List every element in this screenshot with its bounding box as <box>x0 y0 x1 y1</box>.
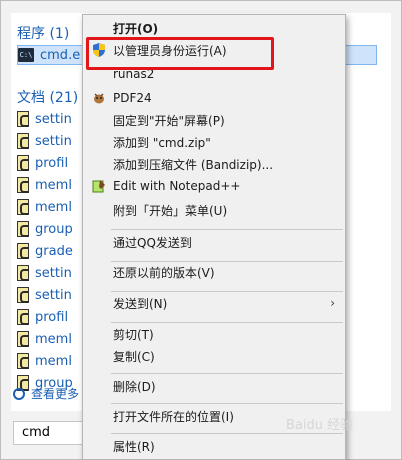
menu-item-label: PDF24 <box>113 91 152 105</box>
menu-item-add-to-archive-bandizip[interactable]: 添加到压缩文件 (Bandizip)... <box>83 153 345 175</box>
document-label: settin <box>35 111 72 127</box>
submenu-chevron-right-icon: › <box>330 296 335 310</box>
menu-item-open[interactable]: 打开(O) <box>83 17 345 39</box>
menu-separator <box>111 373 343 374</box>
notepadpp-icon <box>91 178 107 194</box>
menu-item-label: 添加到 "cmd.zip" <box>113 135 211 150</box>
menu-item-copy[interactable]: 复制(C) <box>83 345 345 367</box>
document-label: profil <box>35 155 69 171</box>
document-icon <box>17 265 29 281</box>
document-icon <box>17 133 29 149</box>
document-label: settin <box>35 287 72 303</box>
menu-separator <box>111 229 343 230</box>
menu-item-pin-to-start-menu[interactable]: 附到「开始」菜单(U) <box>83 199 345 221</box>
menu-item-restore-previous-versions[interactable]: 还原以前的版本(V) <box>83 261 345 283</box>
menu-item-edit-with-notepadpp[interactable]: Edit with Notepad++ <box>83 175 345 197</box>
document-label: settin <box>35 265 72 281</box>
document-icon <box>17 199 29 215</box>
document-label: settin <box>35 133 72 149</box>
menu-item-label: 复制(C) <box>113 349 155 364</box>
document-icon <box>17 331 29 347</box>
menu-item-label: 固定到"开始"屏幕(P) <box>113 113 225 128</box>
menu-item-properties[interactable]: 属性(R) <box>83 435 345 457</box>
document-icon <box>17 221 29 237</box>
document-label: profil <box>35 309 69 325</box>
menu-item-label: 添加到压缩文件 (Bandizip)... <box>113 157 274 172</box>
menu-item-pdf24[interactable]: PDF24 <box>83 87 345 109</box>
run-as-admin-highlight-box <box>86 37 274 70</box>
document-icon <box>17 287 29 303</box>
menu-item-label: 删除(D) <box>113 379 156 394</box>
program-result-label: cmd.e <box>40 47 81 63</box>
menu-item-add-to-zip[interactable]: 添加到 "cmd.zip" <box>83 131 345 153</box>
menu-item-label: 打开文件所在的位置(I) <box>113 409 234 424</box>
document-label: meml <box>35 331 72 347</box>
menu-item-send-to[interactable]: 发送到(N) › <box>83 292 345 314</box>
context-menu: 打开(O) 以管理员身份运行(A) runas2 PDF24 固定到"开始"屏幕… <box>82 14 346 460</box>
menu-separator <box>111 403 343 404</box>
document-label: group <box>35 221 73 237</box>
menu-item-label: Edit with Notepad++ <box>113 179 241 193</box>
document-icon <box>17 353 29 369</box>
documents-group-title[interactable]: 文档 (21) <box>17 87 78 107</box>
menu-item-label: 打开(O) <box>113 21 159 36</box>
document-icon <box>17 177 29 193</box>
menu-separator <box>111 433 343 434</box>
cmd-app-icon: C:\ <box>18 48 34 62</box>
menu-item-label: 附到「开始」菜单(U) <box>113 203 228 218</box>
see-more-label: 查看更多 <box>31 387 80 401</box>
menu-item-send-via-qq[interactable]: 通过QQ发送到 <box>83 231 345 253</box>
menu-item-label: 还原以前的版本(V) <box>113 265 215 280</box>
watermark: Baidu 经验 <box>286 418 354 433</box>
document-icon <box>17 309 29 325</box>
menu-item-label: 通过QQ发送到 <box>113 235 192 250</box>
menu-item-pin-to-start-screen[interactable]: 固定到"开始"屏幕(P) <box>83 109 345 131</box>
menu-item-label: 属性(R) <box>113 439 155 454</box>
document-label: meml <box>35 353 72 369</box>
menu-item-delete[interactable]: 删除(D) <box>83 375 345 397</box>
document-icon <box>17 155 29 171</box>
search-input[interactable]: cmd <box>13 421 89 445</box>
document-icon <box>17 243 29 259</box>
menu-item-cut[interactable]: 剪切(T) <box>83 323 345 345</box>
menu-item-label: 剪切(T) <box>113 327 154 342</box>
document-label: grade <box>35 243 73 259</box>
menu-item-label: 发送到(N) <box>113 296 168 311</box>
document-label: meml <box>35 199 72 215</box>
pdf24-goat-icon <box>91 90 107 106</box>
search-icon <box>13 387 25 400</box>
document-label: meml <box>35 177 72 193</box>
see-more-link[interactable]: 查看更多 <box>13 385 79 402</box>
programs-group-title[interactable]: 程序 (1) <box>17 23 69 43</box>
document-icon <box>17 111 29 127</box>
